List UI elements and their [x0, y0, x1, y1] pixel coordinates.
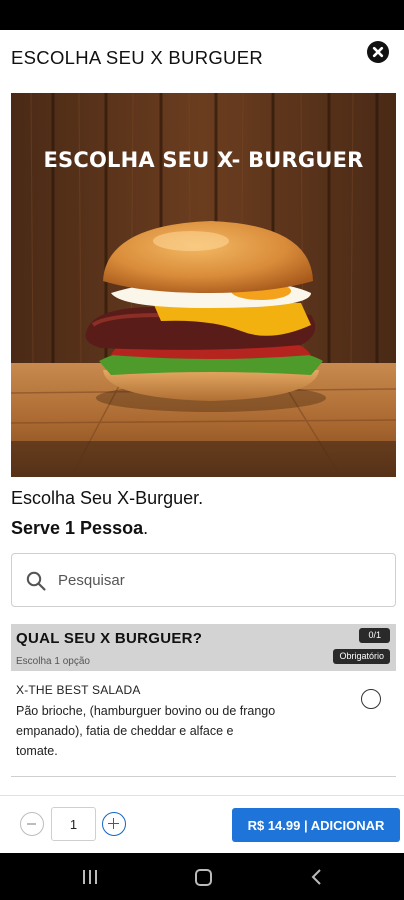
quantity-input[interactable] — [51, 807, 96, 841]
selection-count-badge: 0/1 — [359, 628, 390, 643]
product-serves-suffix: . — [143, 518, 149, 538]
option-radio[interactable] — [361, 689, 381, 709]
product-serves-bold: Serve 1 Pessoa — [11, 518, 144, 538]
back-icon[interactable] — [310, 868, 324, 886]
minus-icon[interactable] — [20, 812, 44, 836]
option-description: Pão brioche, (hamburguer bovino ou de fr… — [16, 704, 276, 758]
close-icon — [372, 46, 384, 58]
option-group-subtitle: Escolha 1 opção — [16, 656, 90, 667]
hero-caption: ESCOLHA SEU X- BURGUER — [43, 148, 364, 172]
product-description: Escolha Seu X-Burguer. — [11, 488, 204, 508]
product-image: ESCOLHA SEU X- BURGUER — [11, 93, 396, 477]
system-nav-bar — [0, 853, 404, 900]
required-badge: Obrigatório — [333, 649, 390, 664]
status-bar — [0, 0, 404, 30]
plus-icon[interactable] — [102, 812, 126, 836]
modal-title: ESCOLHA SEU X BURGUER — [11, 47, 264, 68]
search-field — [11, 553, 396, 607]
search-input[interactable] — [58, 568, 378, 592]
option-group-title: QUAL SEU X BURGUER? — [16, 630, 203, 647]
home-icon[interactable] — [195, 869, 212, 886]
modal-header: ESCOLHA SEU X BURGUER — [0, 30, 404, 82]
option-name: X-THE BEST SALADA — [16, 683, 141, 697]
product-serves: Serve 1 Pessoa. — [11, 518, 148, 539]
option-item[interactable]: X-THE BEST SALADA Pão brioche, (hamburgu… — [11, 680, 396, 777]
add-to-cart-button[interactable]: R$ 14.99 | ADICIONAR — [232, 808, 400, 842]
search-icon — [26, 571, 46, 591]
close-button[interactable] — [367, 41, 389, 63]
option-group-header: QUAL SEU X BURGUER? Escolha 1 opção 0/1 … — [11, 624, 396, 671]
footer-bar: R$ 14.99 | ADICIONAR — [0, 795, 404, 853]
recent-apps-icon[interactable] — [82, 870, 98, 884]
